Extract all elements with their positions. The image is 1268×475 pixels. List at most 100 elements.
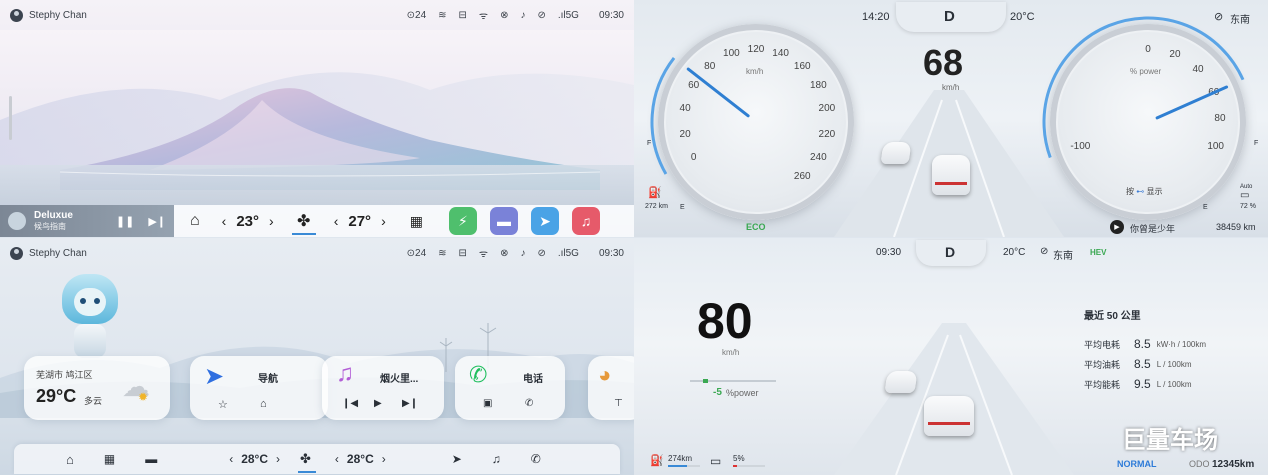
navigation-title: 导航 bbox=[258, 374, 278, 385]
user-name: Stephy Chan bbox=[29, 9, 87, 21]
dock: ⌂ ▦ ▬ ‹ 28°C › ✤ ‹ 28°C › ➤ ♫ ✆ bbox=[14, 444, 620, 474]
fan-level-bar bbox=[298, 471, 317, 473]
right-temp-down[interactable]: ‹ bbox=[334, 213, 339, 229]
media-widget[interactable]: Deluxue 候鸟指南 ❚❚ ▶❙ bbox=[0, 205, 174, 237]
mascot bbox=[62, 274, 118, 358]
right-temp-up[interactable]: › bbox=[381, 213, 386, 229]
watermark: 巨量车场 bbox=[1122, 427, 1218, 454]
power-bar-fill bbox=[702, 379, 708, 383]
lead-vehicle bbox=[884, 371, 918, 393]
call-icon[interactable]: ✆ bbox=[525, 398, 533, 409]
favorite-icon[interactable]: ☆ bbox=[218, 398, 228, 411]
right-temp-value: 28°C bbox=[346, 452, 374, 466]
speed-value: 80 bbox=[697, 293, 753, 349]
trip-title: 最近 50 公里 bbox=[1084, 311, 1141, 322]
fuel-range: 274km bbox=[668, 454, 693, 463]
next-icon[interactable]: ▶❙ bbox=[402, 398, 418, 409]
theme-card[interactable]: ◕ ⊤ bbox=[588, 356, 634, 420]
stat-row: 平均能耗 9.5 L / 100km bbox=[1084, 374, 1254, 394]
fan-button[interactable]: ✤ bbox=[298, 451, 317, 473]
app-grid-icon[interactable]: ▦ bbox=[104, 452, 115, 466]
left-temp-down[interactable]: ‹ bbox=[222, 213, 227, 229]
clock: 09:30 bbox=[598, 247, 624, 259]
odometer: 12345km bbox=[1212, 459, 1255, 470]
home-icon[interactable]: ⌂ bbox=[190, 212, 200, 230]
left-temp-control[interactable]: ‹ 28°C › bbox=[229, 452, 280, 466]
clock: 09:30 bbox=[598, 9, 624, 21]
right-temp-up[interactable]: › bbox=[382, 452, 386, 466]
mute-icon: ⊘ bbox=[537, 9, 546, 21]
left-temp-value: 23° bbox=[236, 212, 260, 230]
car-status-icon: ⊟ bbox=[458, 247, 467, 259]
weather-location: 芜湖市 鸠江区 bbox=[36, 370, 93, 380]
music-app-icon[interactable]: ♫ bbox=[571, 207, 600, 235]
fuel-bar bbox=[668, 465, 700, 467]
outside-temp: 20°C bbox=[1010, 11, 1035, 23]
status-bar: Stephy Chan ⊙ 24 ≋ ⊟ ᯤ ⊗ ♪ ⊘ .ıl5G 09:30 bbox=[0, 238, 634, 268]
ego-taillights bbox=[935, 182, 967, 185]
stat-label: 平均能耗 bbox=[1084, 379, 1121, 390]
signal-label: 5G bbox=[565, 247, 579, 259]
music-icon[interactable]: ♫ bbox=[492, 452, 501, 466]
car-icon[interactable]: ▬ bbox=[145, 452, 157, 466]
speed-value: 68 bbox=[923, 42, 964, 83]
scroll-indicator[interactable] bbox=[9, 96, 12, 140]
right-temp-down[interactable]: ‹ bbox=[335, 452, 339, 466]
navigation-card[interactable]: ➤ 导航 ☆ ⌂ bbox=[190, 356, 328, 420]
right-temp-control[interactable]: ‹ 28°C › bbox=[335, 452, 386, 466]
weather-temp: 29°C bbox=[36, 386, 77, 406]
home-icon[interactable]: ⌂ bbox=[260, 398, 267, 410]
previous-icon[interactable]: ❙◀ bbox=[342, 398, 358, 409]
outside-temp: 20°C bbox=[1003, 247, 1026, 258]
music-card[interactable]: ♫ 烟火里... ❙◀ ▶ ▶❙ bbox=[322, 356, 444, 420]
navigation-icon[interactable]: ➤ bbox=[452, 452, 462, 466]
left-temp-down[interactable]: ‹ bbox=[229, 452, 233, 466]
left-temp-up[interactable]: › bbox=[276, 452, 280, 466]
drive-mode: ECO bbox=[746, 222, 766, 232]
play-icon[interactable]: ▶ bbox=[1110, 220, 1124, 234]
fan-button[interactable]: ✤ bbox=[291, 209, 316, 235]
left-temp-up[interactable]: › bbox=[269, 213, 274, 229]
wifi-icon: ᯤ bbox=[478, 11, 489, 22]
album-art bbox=[8, 212, 26, 230]
left-temp-control[interactable]: ‹ 23° › bbox=[222, 213, 274, 230]
music-icon: ♫ bbox=[336, 360, 354, 387]
energy-app-icon[interactable]: ⚡ bbox=[448, 207, 477, 235]
shirt-icon[interactable]: ⊤ bbox=[614, 398, 623, 409]
phone-title: 电话 bbox=[523, 374, 543, 385]
contacts-icon[interactable]: ▣ bbox=[483, 398, 492, 409]
avatar[interactable] bbox=[10, 8, 23, 22]
pause-icon[interactable]: ❚❚ bbox=[116, 215, 134, 228]
stat-unit: kW·h / 100km bbox=[1156, 339, 1207, 349]
power-meter-arc bbox=[1042, 16, 1245, 159]
signal-indicator: .ıl5G bbox=[557, 247, 579, 259]
stat-unit: L / 100km bbox=[1156, 379, 1192, 389]
ego-vehicle bbox=[924, 396, 974, 436]
speed-unit: km/h bbox=[722, 348, 740, 357]
signal-label: 5G bbox=[565, 9, 579, 21]
phone-icon[interactable]: ✆ bbox=[531, 452, 541, 466]
weather-card[interactable]: 芜湖市 鸠江区 29°C 多云 ☁ ✹ bbox=[24, 356, 170, 420]
ego-vehicle bbox=[932, 155, 970, 195]
avatar[interactable] bbox=[10, 246, 23, 260]
fuel-empty-label: E bbox=[680, 204, 685, 211]
gauge-value-arc bbox=[1042, 16, 1245, 159]
app-grid-icon[interactable]: ▦ bbox=[410, 213, 423, 230]
seat-heat-icon: ≋ bbox=[438, 9, 447, 21]
battery-level: 5% bbox=[733, 454, 745, 463]
right-temp-control[interactable]: ‹ 27° › bbox=[334, 213, 386, 230]
next-icon[interactable]: ▶❙ bbox=[148, 215, 166, 228]
palette-icon: ◕ bbox=[598, 362, 612, 387]
navigation-app-icon[interactable]: ➤ bbox=[530, 207, 559, 235]
phone-card[interactable]: ✆ 电话 ▣ ✆ bbox=[455, 356, 565, 420]
vehicle-app-icon[interactable]: ▬ bbox=[489, 207, 518, 235]
mic-icon: ♪ bbox=[520, 9, 526, 21]
dune-landscape bbox=[0, 30, 634, 205]
battery-icon: ▭ bbox=[710, 454, 722, 468]
temperature-indicator: ⊙ 24 bbox=[406, 9, 427, 21]
sun-icon: ✹ bbox=[138, 390, 149, 404]
phone-icon: ✆ bbox=[469, 362, 488, 387]
home-icon[interactable]: ⌂ bbox=[66, 452, 74, 467]
stat-row: 平均电耗 8.5 kW·h / 100km bbox=[1084, 334, 1254, 354]
play-icon[interactable]: ▶ bbox=[374, 398, 382, 409]
